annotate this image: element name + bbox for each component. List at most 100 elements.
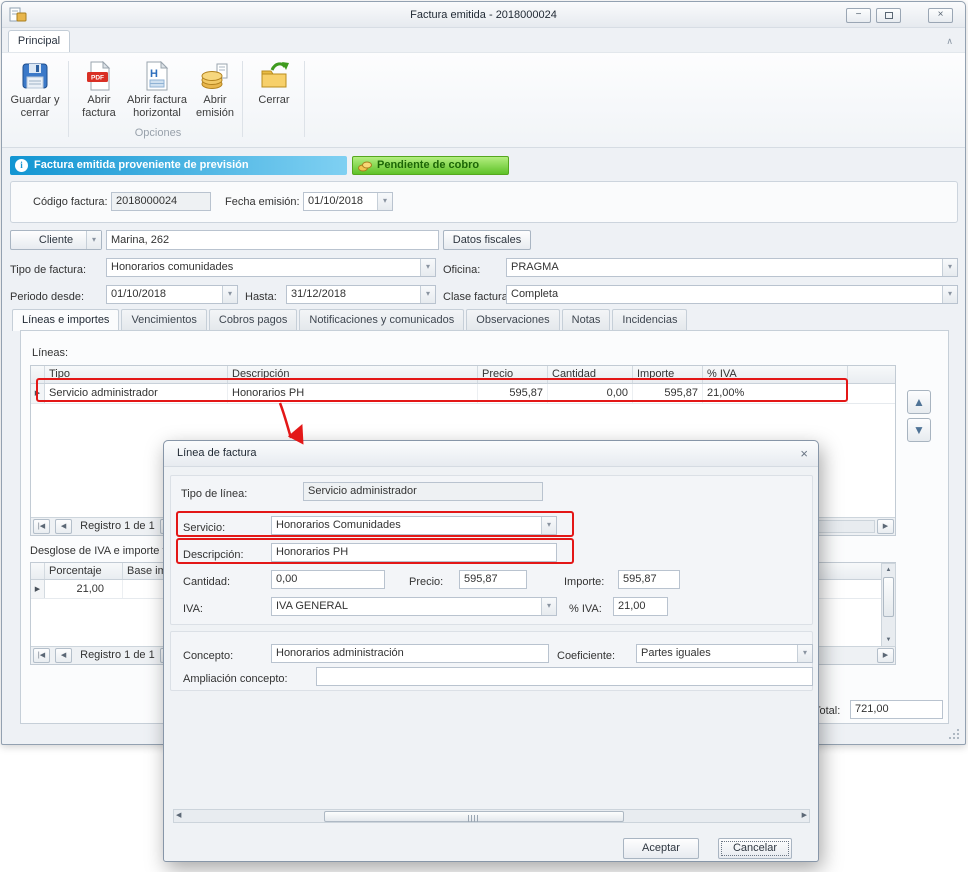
hscroll-thumb[interactable]: [324, 811, 624, 822]
move-line-down-button[interactable]: ▼: [907, 418, 931, 442]
coeficiente-label: Coeficiente:: [557, 647, 615, 666]
dropdown-icon[interactable]: ▾: [86, 231, 101, 249]
status-banner: Pendiente de cobro: [352, 156, 509, 175]
scroll-right-button[interactable]: ▶: [877, 648, 894, 663]
tab-cobros-pagos[interactable]: Cobros pagos: [209, 309, 298, 330]
fecha-emision-value: 01/10/2018: [308, 195, 363, 207]
codigo-factura-label: Código factura:: [33, 193, 108, 212]
titlebar: Factura emitida - 2018000024 − ×: [2, 2, 965, 28]
save-and-close-button[interactable]: Guardar y cerrar: [8, 58, 62, 142]
ampliacion-field[interactable]: [316, 667, 813, 686]
scroll-left-icon[interactable]: ◀: [176, 811, 181, 819]
fecha-emision-field[interactable]: 01/10/2018 ▾: [303, 192, 393, 211]
ribbon-separator: [304, 61, 305, 137]
prev-record-button[interactable]: ◀: [55, 519, 72, 534]
cliente-field[interactable]: Marina, 262: [106, 230, 439, 250]
dropdown-icon[interactable]: ▾: [942, 286, 957, 303]
clase-factura-select[interactable]: Completa ▾: [506, 285, 958, 304]
cantidad-field[interactable]: 0,00: [271, 570, 385, 589]
pdf-icon: PDF: [84, 61, 114, 91]
vscroll-thumb[interactable]: [883, 577, 894, 617]
column-header-porcentaje[interactable]: Porcentaje: [45, 563, 123, 579]
codigo-factura-field[interactable]: 2018000024: [111, 192, 211, 211]
ribbon-tab-row: Principal ∧: [2, 28, 965, 52]
cliente-button[interactable]: Cliente ▾: [10, 230, 102, 250]
minimize-button[interactable]: −: [846, 8, 871, 23]
tab-notas[interactable]: Notas: [562, 309, 611, 330]
tab-notificaciones[interactable]: Notificaciones y comunicados: [299, 309, 464, 330]
oficina-value: PRAGMA: [511, 261, 559, 273]
precio-label: Precio:: [409, 573, 443, 592]
concepto-field[interactable]: Honorarios administración: [271, 644, 549, 663]
close-form-button[interactable]: Cerrar: [248, 58, 300, 142]
thumb-grip: [468, 815, 480, 822]
status-banner-text: Pendiente de cobro: [377, 159, 479, 171]
save-icon: [20, 61, 50, 91]
dropdown-icon[interactable]: ▾: [420, 286, 435, 303]
prev-record-button[interactable]: ◀: [55, 648, 72, 663]
tab-principal[interactable]: Principal: [8, 30, 70, 52]
close-form-label: Cerrar: [248, 94, 300, 107]
iva-select[interactable]: IVA GENERAL ▾: [271, 597, 557, 616]
datos-fiscales-button[interactable]: Datos fiscales: [443, 230, 531, 250]
column-header-filler: [848, 366, 895, 383]
open-invoice-horizontal-label: Abrir factura horizontal: [126, 94, 188, 120]
annotation-rect-grid-row: [36, 378, 848, 402]
total-field[interactable]: 721,00: [850, 700, 943, 719]
first-record-button[interactable]: |◀: [33, 519, 50, 534]
ampliacion-label: Ampliación concepto:: [183, 670, 288, 689]
hasta-label: Hasta:: [245, 288, 277, 307]
tab-vencimientos[interactable]: Vencimientos: [121, 309, 206, 330]
tab-observaciones[interactable]: Observaciones: [466, 309, 559, 330]
cancelar-button[interactable]: Cancelar: [718, 838, 792, 859]
periodo-desde-label: Periodo desde:: [10, 288, 84, 307]
first-record-button[interactable]: |◀: [33, 648, 50, 663]
dropdown-icon[interactable]: ▾: [377, 193, 392, 210]
dropdown-icon[interactable]: ▾: [420, 259, 435, 276]
dropdown-icon[interactable]: ▾: [942, 259, 957, 276]
precio-field[interactable]: 595,87: [459, 570, 527, 589]
tab-incidencias[interactable]: Incidencias: [612, 309, 687, 330]
maximize-button[interactable]: [876, 8, 901, 23]
clase-factura-value: Completa: [511, 288, 558, 300]
coins-icon: [200, 61, 230, 91]
svg-text:H: H: [150, 68, 158, 80]
dialog-hscrollbar[interactable]: ◀ ▶: [173, 809, 810, 823]
move-line-up-button[interactable]: ▲: [907, 390, 931, 414]
coeficiente-select[interactable]: Partes iguales ▾: [636, 644, 813, 663]
cell-porcentaje: 21,00: [45, 580, 123, 598]
tipo-linea-label: Tipo de línea:: [181, 485, 247, 504]
periodo-desde-field[interactable]: 01/10/2018 ▾: [106, 285, 238, 304]
scroll-down-icon[interactable]: ▼: [882, 634, 895, 646]
scroll-right-button[interactable]: ▶: [877, 519, 894, 534]
dialog-close-icon[interactable]: ×: [800, 445, 808, 462]
scroll-up-icon[interactable]: ▲: [882, 564, 895, 576]
dropdown-icon[interactable]: ▾: [222, 286, 237, 303]
tab-lineas-e-importes[interactable]: Líneas e importes: [12, 309, 119, 331]
info-icon: i: [15, 159, 28, 172]
scroll-right-icon[interactable]: ▶: [802, 811, 807, 819]
invoice-header-panel: Código factura: 2018000024 Fecha emisión…: [10, 181, 958, 223]
oficina-select[interactable]: PRAGMA ▾: [506, 258, 958, 277]
dropdown-icon[interactable]: ▾: [541, 598, 556, 615]
desglose-vscrollbar[interactable]: ▲ ▼: [881, 563, 896, 647]
periodo-hasta-value: 31/12/2018: [291, 288, 346, 300]
importe-field[interactable]: 595,87: [618, 570, 680, 589]
record-counter: Registro 1 de 1: [80, 649, 155, 661]
dropdown-icon[interactable]: ▾: [797, 645, 812, 662]
pct-iva-field[interactable]: 21,00: [613, 597, 668, 616]
aceptar-button[interactable]: Aceptar: [623, 838, 699, 859]
periodo-hasta-field[interactable]: 31/12/2018 ▾: [286, 285, 436, 304]
selector-header-cell: [31, 563, 45, 579]
coeficiente-value: Partes iguales: [641, 647, 711, 659]
ribbon-collapse-chevron-icon[interactable]: ∧: [946, 36, 953, 47]
resize-grip[interactable]: [948, 728, 960, 740]
row-selector-icon: ▶: [31, 580, 45, 598]
cantidad-label: Cantidad:: [183, 573, 230, 592]
tipo-linea-field[interactable]: Servicio administrador: [303, 482, 543, 501]
fecha-emision-label: Fecha emisión:: [225, 193, 300, 212]
tipo-factura-select[interactable]: Honorarios comunidades ▾: [106, 258, 436, 277]
tipo-factura-label: Tipo de factura:: [10, 261, 86, 280]
close-button[interactable]: ×: [928, 8, 953, 23]
cell-filler: [848, 384, 895, 403]
